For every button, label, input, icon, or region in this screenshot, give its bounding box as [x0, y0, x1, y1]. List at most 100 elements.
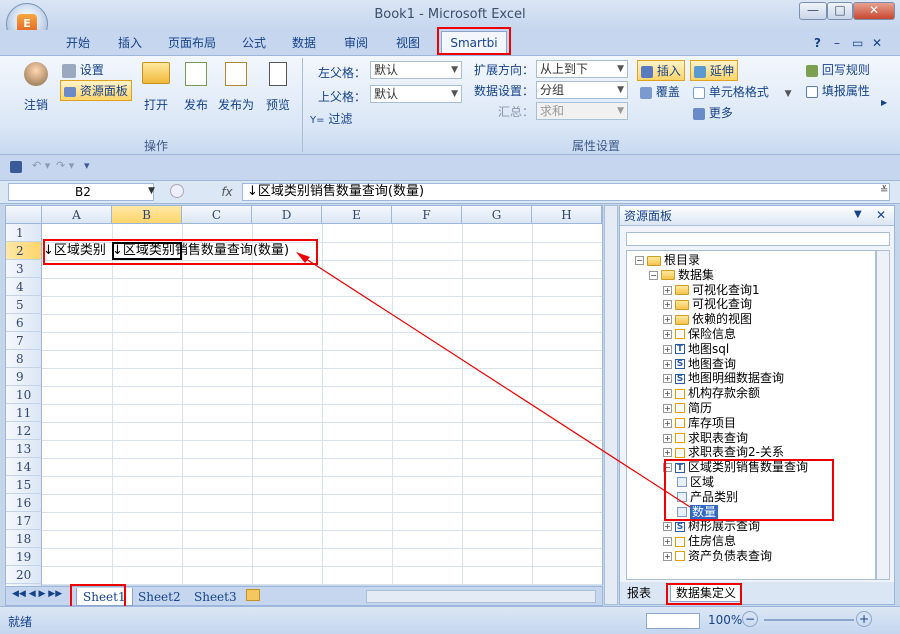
row-header-7[interactable]: 7 — [6, 332, 42, 350]
horizontal-scrollbar[interactable] — [366, 590, 596, 603]
more-button[interactable]: 更多 — [693, 104, 733, 121]
settings-button[interactable]: 设置 — [62, 61, 104, 78]
panel-close-icon[interactable]: ✕ — [876, 208, 886, 222]
tab-home[interactable]: 开始 — [66, 33, 90, 53]
zoom-in-icon[interactable]: + — [856, 611, 872, 627]
col-header-d[interactable]: D — [252, 206, 322, 224]
row-header-16[interactable]: 16 — [6, 494, 42, 512]
tree-node[interactable]: + 求职表查询2-关系 — [627, 445, 875, 460]
open-button[interactable]: 打开 — [140, 62, 172, 113]
tree-expander-icon[interactable]: + — [663, 344, 672, 354]
ribbon-scroll-right-icon[interactable]: ▶ — [881, 98, 887, 107]
insert-function-icon[interactable]: fx — [212, 183, 242, 201]
tree-node[interactable]: + S 树形展示查询 — [627, 519, 875, 534]
col-header-a[interactable]: A — [42, 206, 112, 224]
row-header-19[interactable]: 19 — [6, 548, 42, 566]
tab-data[interactable]: 数据 — [292, 33, 316, 53]
cell-format-button[interactable]: 单元格格式 ▼ — [693, 83, 792, 100]
top-parent-combo[interactable]: 默认 ▼ — [370, 85, 462, 103]
tab-formulas[interactable]: 公式 — [242, 33, 266, 53]
tree-node[interactable]: + 库存项目 — [627, 416, 875, 431]
filter-button[interactable]: Y= 过滤 — [310, 110, 352, 127]
row-header-11[interactable]: 11 — [6, 404, 42, 422]
panel-tab-report[interactable]: 报表 — [622, 584, 656, 602]
tree-expander-icon[interactable]: + — [663, 448, 672, 458]
zoom-out-icon[interactable]: − — [742, 611, 758, 627]
row-header-3[interactable]: 3 — [6, 260, 42, 278]
tree-node[interactable]: − 根目录 — [627, 253, 875, 268]
logout-button[interactable]: 注销 — [16, 62, 56, 113]
tree-node[interactable]: − 数据集 — [627, 268, 875, 283]
data-setting-combo[interactable]: 分组 ▼ — [536, 81, 628, 99]
col-header-g[interactable]: G — [462, 206, 532, 224]
tree-node[interactable]: + 住房信息 — [627, 534, 875, 549]
col-header-b[interactable]: B — [112, 206, 182, 224]
tree-node[interactable]: + 机构存款余额 — [627, 386, 875, 401]
formula-cancel-icon[interactable] — [170, 184, 184, 198]
zoom-level[interactable]: 100% — [708, 613, 742, 627]
tree-expander-icon[interactable]: + — [663, 389, 672, 399]
select-all-corner[interactable] — [6, 206, 42, 224]
row-header-20[interactable]: 20 — [6, 566, 42, 584]
name-box[interactable]: B2 — [8, 183, 154, 201]
row-header-6[interactable]: 6 — [6, 314, 42, 332]
tree-node[interactable]: + 求职表查询 — [627, 431, 875, 446]
resource-panel-button[interactable]: 资源面板 — [60, 80, 132, 101]
worksheet-grid[interactable]: A B C D E F G H 1 2 3 4 5 6 7 8 9 10 11 12 13 14 15 16 1… — [5, 205, 603, 602]
tab-view[interactable]: 视图 — [396, 33, 420, 53]
tree-node[interactable]: + T 地图sql — [627, 342, 875, 357]
summary-combo[interactable]: 求和 ▼ — [536, 102, 628, 120]
redo-icon[interactable]: ↷ ▾ — [56, 159, 74, 172]
tree-node[interactable]: + S 地图明细数据查询 — [627, 371, 875, 386]
formula-input[interactable]: ↓区域类别销售数量查询(数量) — [242, 183, 890, 201]
row-header-9[interactable]: 9 — [6, 368, 42, 386]
writeback-rule-button[interactable]: 回写规则 — [806, 61, 870, 78]
tab-page-layout[interactable]: 页面布局 — [168, 33, 216, 53]
row-header-12[interactable]: 12 — [6, 422, 42, 440]
tree-expander-icon[interactable]: + — [663, 374, 672, 384]
col-header-e[interactable]: E — [322, 206, 392, 224]
sheet-tab-2[interactable]: Sheet2 — [132, 588, 187, 606]
tree-expander-icon[interactable]: + — [663, 315, 672, 325]
resource-tree-scrollbar[interactable] — [876, 250, 890, 580]
row-header-10[interactable]: 10 — [6, 386, 42, 404]
namebox-dropdown-icon[interactable]: ▼ — [148, 186, 155, 196]
col-header-h[interactable]: H — [532, 206, 602, 224]
tree-node[interactable]: + 简历 — [627, 401, 875, 416]
tree-expander-icon[interactable]: + — [663, 418, 672, 428]
row-header-4[interactable]: 4 — [6, 278, 42, 296]
tree-node[interactable]: + 保险信息 — [627, 327, 875, 342]
minimize-button[interactable]: — — [799, 2, 827, 20]
panel-menu-icon[interactable]: ▼ — [854, 209, 862, 220]
view-buttons[interactable] — [646, 613, 700, 629]
row-header-1[interactable]: 1 — [6, 224, 42, 242]
panel-search-input[interactable] — [626, 232, 890, 246]
expand-formula-icon[interactable]: ≚ — [880, 185, 888, 196]
close-button[interactable]: ✕ — [853, 2, 895, 20]
row-header-15[interactable]: 15 — [6, 476, 42, 494]
help-icon[interactable]: ? — [814, 33, 821, 53]
expand-direction-combo[interactable]: 从上到下 ▼ — [536, 60, 628, 78]
sheet-vertical-scrollbar[interactable] — [604, 205, 618, 605]
col-header-f[interactable]: F — [392, 206, 462, 224]
cover-toggle[interactable]: 覆盖 — [640, 83, 680, 100]
sheet-nav-icons[interactable]: ◀◀ ◀ ▶ ▶▶ — [12, 589, 62, 599]
tree-expander-icon[interactable]: + — [663, 537, 672, 547]
tree-expander-icon[interactable]: + — [663, 403, 672, 413]
undo-icon[interactable]: ↶ ▾ — [32, 159, 50, 172]
row-header-18[interactable]: 18 — [6, 530, 42, 548]
save-icon[interactable] — [10, 161, 22, 173]
publish-as-button[interactable]: 发布为 — [216, 62, 256, 113]
tree-node[interactable]: + S 地图查询 — [627, 357, 875, 372]
zoom-slider[interactable] — [764, 619, 854, 621]
row-header-8[interactable]: 8 — [6, 350, 42, 368]
resource-tree[interactable]: − 根目录 − 数据集 + 可视化查询1 + 可视化查询 + 依赖的视图 + 保险信息 + T 地图sql +… — [626, 250, 876, 580]
tree-expander-icon[interactable]: + — [663, 285, 672, 295]
row-header-14[interactable]: 14 — [6, 458, 42, 476]
sheet-tab-3[interactable]: Sheet3 — [188, 588, 243, 606]
row-header-2[interactable]: 2 — [6, 242, 42, 260]
row-header-13[interactable]: 13 — [6, 440, 42, 458]
tree-node[interactable]: + 依赖的视图 — [627, 312, 875, 327]
tab-insert[interactable]: 插入 — [118, 33, 142, 53]
tree-expander-icon[interactable]: + — [663, 551, 672, 561]
